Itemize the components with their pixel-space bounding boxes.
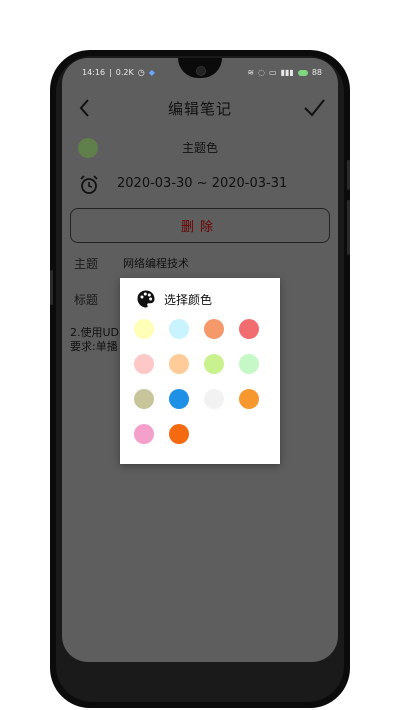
top-bar: 编辑笔记	[62, 96, 338, 120]
color-picker-dialog: 选择颜色	[120, 278, 280, 464]
battery-level: 88	[311, 68, 322, 77]
color-swatch[interactable]	[204, 319, 224, 339]
color-swatch[interactable]	[134, 389, 154, 409]
theme-color-label: 主题色	[181, 141, 218, 155]
status-time: 14:16	[82, 68, 106, 77]
volume-button	[347, 160, 350, 190]
signal-icon: ▮▮▮	[280, 68, 294, 77]
alarm-clock-icon	[78, 174, 100, 196]
color-swatch[interactable]	[169, 319, 189, 339]
power-button	[347, 200, 350, 255]
app-screen: 14:16 | 0.2K ◷ ◆ ≋ ◌ ▭ ▮▮▮ 88 编辑笔记 主题色 2…	[62, 58, 338, 662]
date-range-text[interactable]: 2020-03-30 ~ 2020-03-31	[117, 176, 287, 191]
status-net-speed: 0.2K	[115, 68, 134, 77]
dialog-title: 选择颜色	[164, 293, 213, 307]
separator-icon: |	[109, 68, 112, 77]
hd-icon: ▭	[269, 68, 277, 77]
color-swatch[interactable]	[134, 354, 154, 374]
color-swatch[interactable]	[169, 354, 189, 374]
subject-input[interactable]: 网络编程技术	[123, 255, 189, 271]
battery-icon	[297, 69, 308, 76]
color-swatch[interactable]	[239, 319, 259, 339]
color-swatch[interactable]	[204, 354, 224, 374]
status-bar-right: ≋ ◌ ▭ ▮▮▮ 88	[247, 68, 322, 77]
wifi-icon: ≋	[247, 68, 255, 77]
theme-color-row[interactable]: 主题色	[76, 136, 324, 160]
title-label: 标题	[74, 293, 99, 307]
page-title: 编辑笔记	[167, 100, 232, 118]
color-swatch[interactable]	[169, 389, 189, 409]
date-range-row[interactable]: 2020-03-30 ~ 2020-03-31	[76, 174, 324, 198]
color-swatch[interactable]	[239, 389, 259, 409]
color-swatch[interactable]	[169, 424, 189, 444]
delete-button[interactable]: 删除	[70, 208, 330, 243]
color-swatch[interactable]	[239, 354, 259, 374]
status-bar-left: 14:16 | 0.2K ◷ ◆	[82, 68, 155, 77]
check-icon[interactable]	[302, 96, 326, 120]
side-button	[50, 270, 53, 305]
color-swatch[interactable]	[134, 424, 154, 444]
subject-label: 主题	[74, 257, 99, 271]
delete-button-label: 删除	[180, 220, 219, 235]
alarm-status-icon: ◷	[137, 68, 145, 77]
palette-icon	[136, 289, 156, 309]
app-notification-icon: ◆	[148, 68, 155, 77]
sync-icon: ◌	[258, 68, 266, 77]
color-swatch[interactable]	[204, 389, 224, 409]
front-camera	[196, 66, 206, 76]
color-swatch[interactable]	[134, 319, 154, 339]
subject-row: 主题 网络编程技术	[74, 254, 326, 274]
